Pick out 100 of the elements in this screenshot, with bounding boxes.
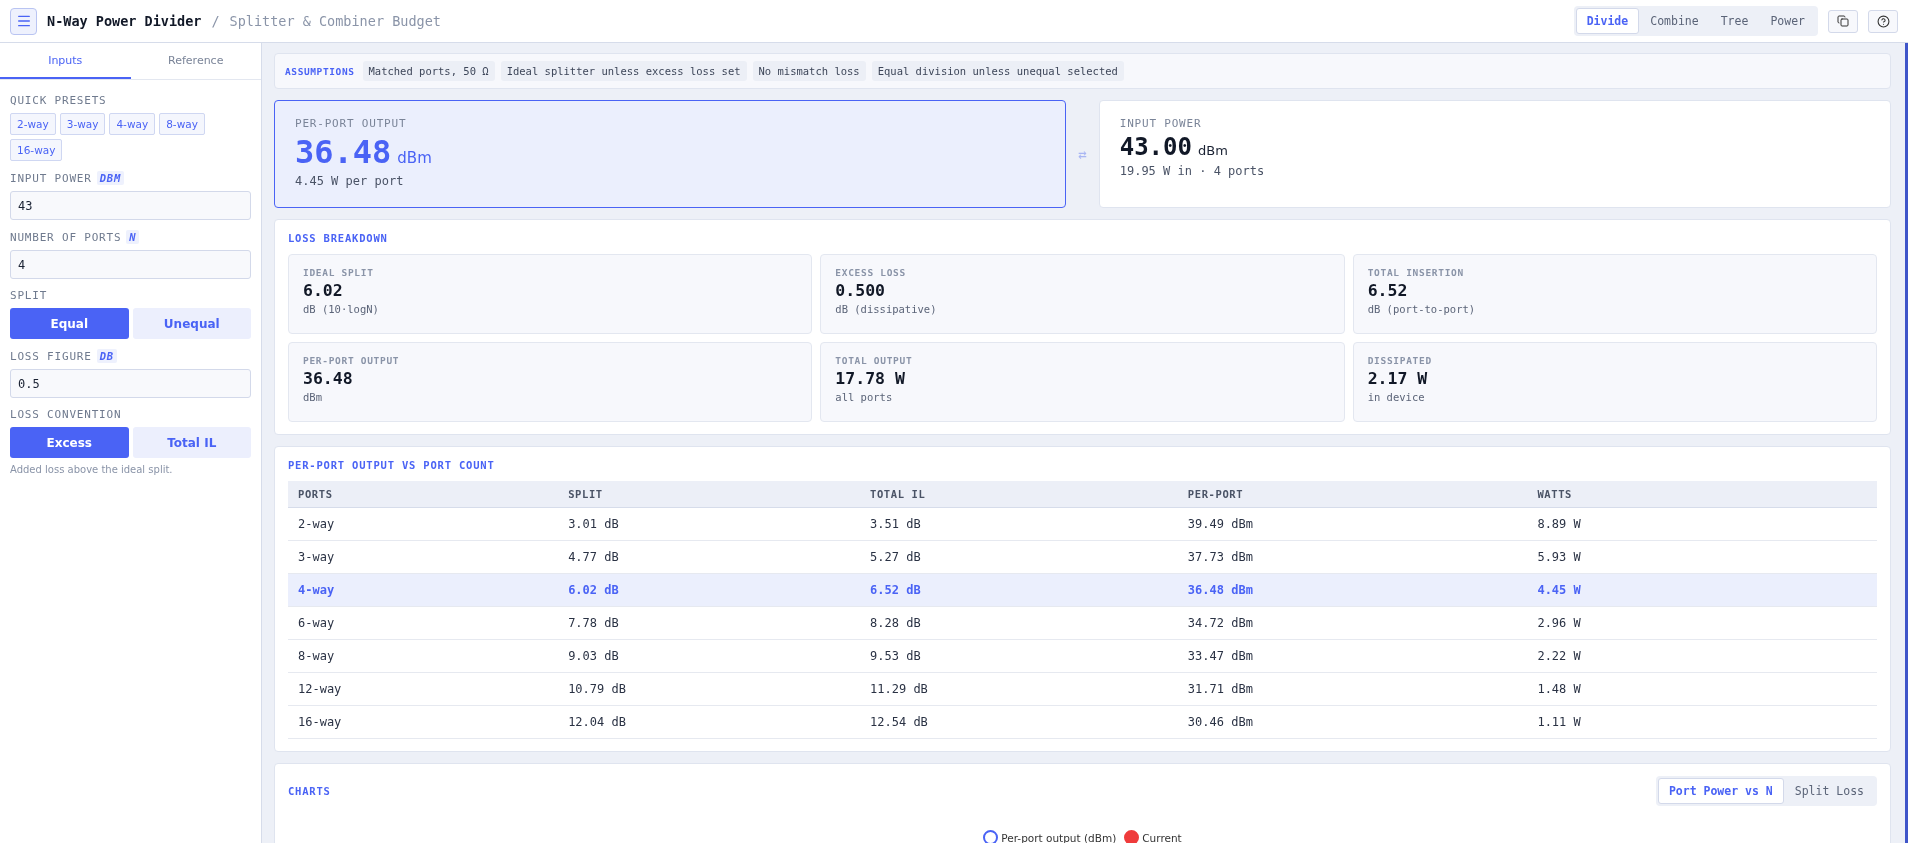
result-unit: dBm <box>397 149 432 167</box>
chart-tab[interactable]: Split Loss <box>1783 778 1875 804</box>
assumption-chip: Ideal splitter unless excess loss set <box>500 61 747 81</box>
app-subtitle: Splitter & Combiner Budget <box>229 13 441 29</box>
table-cell: 16-way <box>288 705 559 739</box>
preset-button[interactable]: 3-way <box>59 113 106 135</box>
table-row[interactable]: 4-way 6.02 dB 6.52 dB 36.48 dBm 4.45 W <box>288 573 1877 607</box>
stat-label: IDEAL SPLIT <box>303 267 375 278</box>
stat-label: TOTAL OUTPUT <box>835 355 914 366</box>
stat-label: EXCESS LOSS <box>835 267 907 278</box>
table-cell: 4-way <box>288 573 559 607</box>
copy-icon <box>1837 15 1849 27</box>
table-cell: 36.48 dBm <box>1177 573 1528 607</box>
table-row[interactable]: 6-way 7.78 dB 8.28 dB 34.72 dBm 2.96 W <box>288 606 1877 640</box>
table-row[interactable]: 2-way 3.01 dB 3.51 dB 39.49 dBm 8.89 W <box>288 507 1877 541</box>
help-icon <box>1876 14 1890 28</box>
mode-tab[interactable]: Power <box>1759 8 1816 34</box>
app-title: N-Way Power Divider <box>47 13 202 29</box>
table-cell: 6-way <box>288 606 559 640</box>
copy-button[interactable] <box>1828 9 1858 33</box>
chart-tab[interactable]: Port Power vs N <box>1657 778 1784 804</box>
table-cell: 8.28 dB <box>860 606 1178 640</box>
table-cell: 30.46 dBm <box>1177 705 1528 739</box>
result-label: INPUT POWER <box>1119 117 1203 130</box>
toggle-option[interactable]: Equal <box>10 308 129 339</box>
preset-button[interactable]: 16-way <box>10 139 63 161</box>
table-row[interactable]: 8-way 9.03 dB 9.53 dB 33.47 dBm 2.22 W <box>288 639 1877 673</box>
input-field[interactable]: 43 <box>10 191 251 220</box>
toggle-option[interactable]: Excess <box>10 427 129 458</box>
toggle-option[interactable]: Total IL <box>132 427 251 458</box>
stat-value: 6.02 <box>303 281 344 300</box>
title-separator: / <box>211 13 220 29</box>
menu-button[interactable] <box>10 7 37 35</box>
column-header: SPLIT <box>558 481 861 508</box>
input-field[interactable]: 4 <box>10 250 251 279</box>
table-cell: 12-way <box>288 672 559 706</box>
stat-detail: dB (dissipative) <box>835 303 938 315</box>
table-cell: 6.02 dB <box>558 573 861 607</box>
mode-tab[interactable]: Tree <box>1709 8 1760 34</box>
table-cell: 3.51 dB <box>860 507 1178 541</box>
stat-value: 6.52 <box>1367 281 1409 300</box>
table-cell: 34.72 dBm <box>1177 606 1528 640</box>
table-cell: 7.78 dB <box>558 606 861 640</box>
table-cell: 9.53 dB <box>860 639 1178 673</box>
assumption-chip: Matched ports, 50 Ω <box>362 61 495 81</box>
field-label: INPUT POWER <box>10 171 92 185</box>
toggle-option[interactable]: Unequal <box>132 308 251 339</box>
unit-tag: DBM <box>96 171 125 185</box>
table-cell: 33.47 dBm <box>1177 639 1528 673</box>
card-title: CHARTS <box>288 785 331 797</box>
result-value: 36.48 <box>295 133 392 171</box>
table-row[interactable]: 12-way 10.79 dB 11.29 dB 31.71 dBm 1.48 W <box>288 672 1877 706</box>
column-header: PORTS <box>288 481 559 508</box>
legend-label: Current <box>1142 831 1182 843</box>
result-unit: dBm <box>1197 143 1228 158</box>
hint-text: Added loss above the ideal split. <box>10 464 174 475</box>
field-label: SPLIT <box>10 289 48 302</box>
table-cell: 1.11 W <box>1527 705 1877 739</box>
stat-value: 17.78 W <box>835 369 906 388</box>
preset-button[interactable]: 4-way <box>109 113 156 135</box>
table-cell: 5.93 W <box>1527 540 1877 574</box>
card-title: LOSS BREAKDOWN <box>288 232 389 244</box>
table-cell: 9.03 dB <box>558 639 861 673</box>
table-cell: 8-way <box>288 639 559 673</box>
menu-icon <box>15 13 32 29</box>
field-label: LOSS CONVENTION <box>10 408 122 421</box>
assumption-chip: Equal division unless unequal selected <box>871 61 1124 81</box>
table-cell: 1.48 W <box>1527 672 1877 706</box>
stat-detail: dB (10·logN) <box>303 303 380 315</box>
input-field[interactable]: 0.5 <box>10 369 251 398</box>
result-detail: 4.45 W per port <box>295 174 405 188</box>
field-label: LOSS FIGURE <box>10 349 92 363</box>
table-cell: 11.29 dB <box>860 672 1178 706</box>
result-label: PER-PORT OUTPUT <box>295 117 408 130</box>
table-cell: 2.22 W <box>1527 639 1877 673</box>
table-cell: 2.96 W <box>1527 606 1877 640</box>
table-cell: 12.04 dB <box>558 705 861 739</box>
table-cell: 31.71 dBm <box>1177 672 1528 706</box>
preset-button[interactable]: 2-way <box>10 113 56 135</box>
assumptions-label: ASSUMPTIONS <box>285 65 355 77</box>
table-cell: 3-way <box>288 540 559 574</box>
table-cell: 2-way <box>288 507 559 541</box>
mode-tab[interactable]: Divide <box>1575 8 1640 34</box>
table-cell: 4.77 dB <box>558 540 861 574</box>
table-cell: 10.79 dB <box>558 672 861 706</box>
table-row[interactable]: 16-way 12.04 dB 12.54 dB 30.46 dBm 1.11 W <box>288 705 1877 739</box>
help-button[interactable] <box>1868 9 1898 33</box>
preset-button[interactable]: 8-way <box>159 113 205 135</box>
stat-label: PER-PORT OUTPUT <box>303 355 401 366</box>
unit-tag: DB <box>96 349 117 363</box>
stat-value: 0.500 <box>835 281 886 300</box>
card-title: PER-PORT OUTPUT VS PORT COUNT <box>288 459 496 471</box>
table-row[interactable]: 3-way 4.77 dB 5.27 dB 37.73 dBm 5.93 W <box>288 540 1877 574</box>
legend-label: Per-port output (dBm) <box>1001 831 1117 843</box>
mode-tab[interactable]: Combine <box>1639 8 1710 34</box>
table-cell: 4.45 W <box>1527 573 1877 607</box>
stat-value: 36.48 <box>303 369 354 388</box>
stat-detail: dBm <box>303 391 323 403</box>
table-cell: 5.27 dB <box>860 540 1178 574</box>
column-header: TOTAL IL <box>860 481 1178 508</box>
